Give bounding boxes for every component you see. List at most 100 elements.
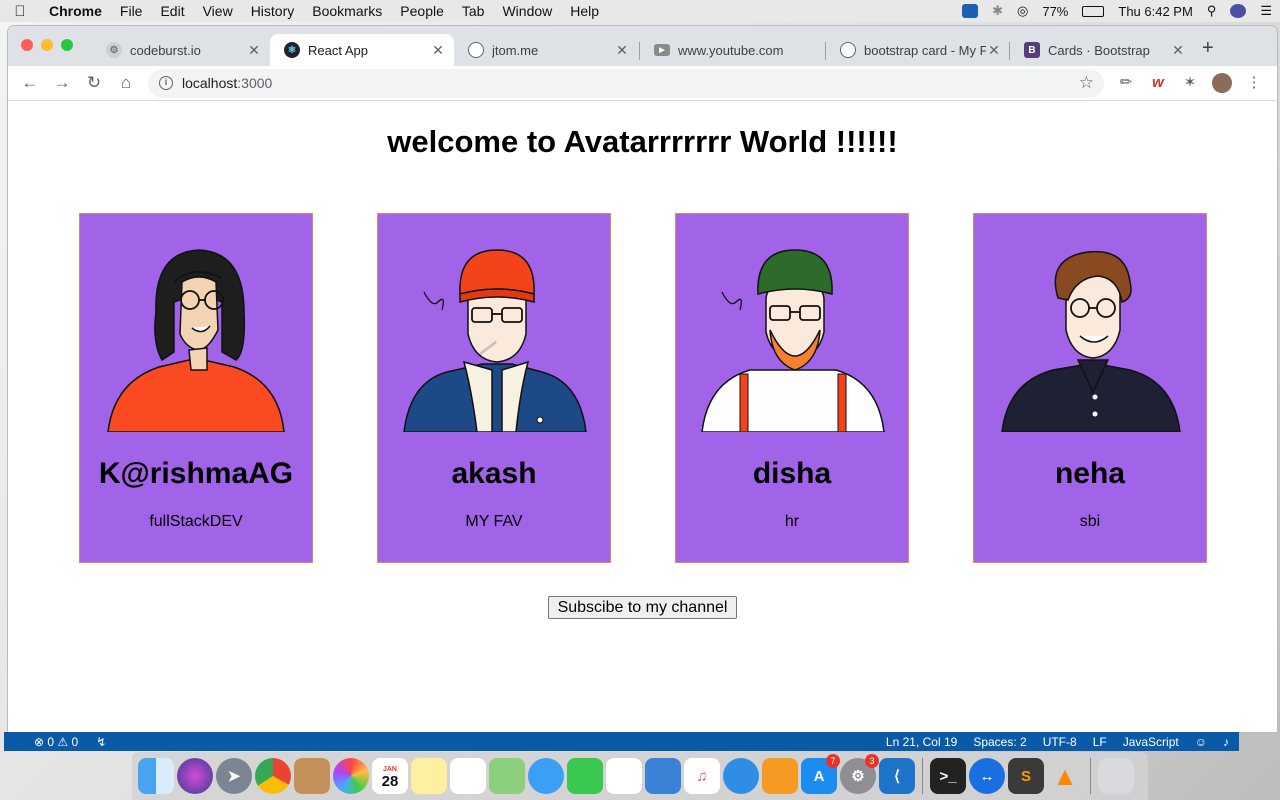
feedback-icon[interactable]: ☺ — [1195, 735, 1207, 749]
language-mode[interactable]: JavaScript — [1123, 735, 1179, 749]
menu-app-name[interactable]: Chrome — [40, 3, 111, 19]
battery-percent[interactable]: 77% — [1042, 4, 1068, 19]
tab-title: www.youtube.com — [678, 42, 784, 58]
vscode-icon[interactable]: ⟨ — [879, 758, 915, 794]
launchpad-rocket-icon[interactable]: ➤ — [216, 758, 252, 794]
live-share-icon[interactable]: ↯ — [96, 735, 106, 749]
eyedropper-extension-icon[interactable]: ✏ — [1116, 73, 1136, 93]
avatar-role: fullStackDEV — [149, 513, 243, 530]
terminal-icon[interactable]: >_ — [930, 758, 966, 794]
menu-tab[interactable]: Tab — [453, 3, 494, 19]
clock[interactable]: Thu 6:42 PM — [1118, 4, 1192, 19]
spotlight-search-icon[interactable]: ⚲ — [1207, 3, 1217, 19]
chrome-menu-icon[interactable]: ⋮ — [1244, 73, 1264, 93]
vlc-cone-icon[interactable]: ▲ — [1047, 758, 1083, 794]
books-icon[interactable] — [762, 758, 798, 794]
sublime-text-icon[interactable]: S — [1008, 758, 1044, 794]
tab-bootstrap-card[interactable]: bootstrap card - My F ✕ — [826, 34, 1010, 66]
tab-title: Cards · Bootstrap — [1048, 42, 1150, 58]
menu-view[interactable]: View — [194, 3, 242, 19]
url-text[interactable]: localhost:3000 — [182, 75, 272, 91]
notes-icon[interactable] — [411, 758, 447, 794]
warning-count: 0 — [71, 734, 79, 749]
back-arrow-icon[interactable]: ← — [18, 72, 42, 94]
react-app-page: welcome to Avatarrrrrrr World !!!!!! K@r… — [8, 102, 1277, 732]
keynote-icon[interactable] — [645, 758, 681, 794]
chrome-icon[interactable] — [255, 758, 291, 794]
globe-icon — [468, 42, 484, 58]
avatar-role: MY FAV — [465, 513, 523, 530]
avatar-man-beanie-illustration — [403, 249, 587, 432]
tab-jtom[interactable]: jtom.me ✕ — [454, 34, 638, 66]
menu-window[interactable]: Window — [493, 3, 561, 19]
siri-icon[interactable] — [177, 758, 213, 794]
extensions-puzzle-icon[interactable]: ✶ — [1180, 73, 1200, 93]
apple-menu-icon[interactable]:  — [0, 3, 40, 20]
reminders-icon[interactable] — [450, 758, 486, 794]
menu-file[interactable]: File — [111, 3, 152, 19]
tab-codeburst[interactable]: ⚙ codeburst.io ✕ — [92, 34, 270, 66]
file-encoding[interactable]: UTF-8 — [1043, 735, 1077, 749]
menu-bookmarks[interactable]: Bookmarks — [303, 3, 391, 19]
itunes-music-icon[interactable]: ♫ — [684, 758, 720, 794]
problems-indicator[interactable]: ⊗ 0 ⚠ 0 — [34, 735, 78, 749]
wappalyzer-extension-icon[interactable]: w — [1148, 73, 1168, 93]
close-window-button[interactable] — [21, 39, 33, 51]
avatar-man-brown-hair-illustration — [1001, 250, 1181, 432]
notification-center-icon[interactable]: ☰ — [1260, 3, 1272, 19]
subscribe-button[interactable]: Subscibe to my channel — [548, 596, 737, 619]
maps-icon[interactable] — [489, 758, 525, 794]
messages-icon[interactable] — [528, 758, 564, 794]
photos-icon[interactable] — [333, 758, 369, 794]
numbers-icon[interactable] — [606, 758, 642, 794]
contacts-icon[interactable] — [294, 758, 330, 794]
cursor-position[interactable]: Ln 21, Col 19 — [886, 735, 957, 749]
profile-avatar[interactable] — [1212, 73, 1232, 93]
facetime-icon[interactable] — [567, 758, 603, 794]
new-tab-button[interactable]: + — [1202, 38, 1214, 58]
close-tab-icon[interactable]: ✕ — [614, 42, 630, 59]
avatar-name: K@rishmaAG — [98, 457, 294, 490]
tab-youtube[interactable]: ▶ www.youtube.com — [640, 34, 824, 66]
menu-edit[interactable]: Edit — [151, 3, 193, 19]
wifi-icon[interactable]: ◎ — [1017, 3, 1028, 19]
menu-history[interactable]: History — [242, 3, 304, 19]
address-bar[interactable]: i localhost:3000 ☆ — [148, 69, 1104, 98]
site-info-icon[interactable]: i — [159, 76, 173, 90]
avatar-name: neha — [1054, 457, 1126, 490]
close-tab-icon[interactable]: ✕ — [430, 42, 446, 59]
bluetooth-icon[interactable]: ✱ — [992, 3, 1003, 19]
teamviewer-icon[interactable]: ↔ — [969, 758, 1005, 794]
macos-dock: ➤ JAN 28 ♫ A7 ⚙ 3 ⟨ >_ ↔ S ▲ — [132, 752, 1148, 800]
app-store-icon[interactable]: A7 — [801, 754, 840, 794]
trash-icon[interactable] — [1098, 758, 1134, 794]
finder-icon[interactable] — [138, 758, 174, 794]
tab-bootstrap-cards[interactable]: B Cards · Bootstrap ✕ — [1010, 34, 1194, 66]
system-preferences-gear-icon[interactable]: ⚙ 3 — [840, 754, 879, 794]
zoom-window-button[interactable] — [61, 39, 73, 51]
close-tab-icon[interactable]: ✕ — [986, 42, 1002, 59]
teamviewer-tray-icon[interactable] — [962, 4, 979, 18]
bookmark-star-icon[interactable]: ☆ — [1079, 73, 1094, 93]
safari-compass-icon[interactable] — [723, 758, 759, 794]
menu-people[interactable]: People — [391, 3, 453, 19]
tab-react-app[interactable]: ⚛ React App ✕ — [270, 34, 454, 66]
bell-icon[interactable]: ♪ — [1223, 735, 1229, 749]
close-tab-icon[interactable]: ✕ — [1170, 42, 1186, 59]
minimize-window-button[interactable] — [41, 39, 53, 51]
avatar-name: akash — [451, 457, 537, 490]
home-icon[interactable]: ⌂ — [114, 72, 138, 94]
reload-icon[interactable]: ↻ — [82, 72, 106, 94]
menu-help[interactable]: Help — [561, 3, 608, 19]
dock-separator — [1090, 758, 1091, 794]
avatar-woman-glasses-illustration — [107, 249, 285, 432]
tab-title: codeburst.io — [130, 42, 201, 58]
line-ending[interactable]: LF — [1093, 735, 1107, 749]
avatar-name: disha — [752, 457, 832, 490]
battery-icon[interactable] — [1082, 5, 1105, 17]
close-tab-icon[interactable]: ✕ — [246, 42, 262, 59]
forward-arrow-icon[interactable]: → — [50, 72, 74, 94]
calendar-icon[interactable]: JAN 28 — [372, 758, 408, 794]
indentation[interactable]: Spaces: 2 — [973, 735, 1026, 749]
siri-icon[interactable] — [1230, 4, 1247, 18]
